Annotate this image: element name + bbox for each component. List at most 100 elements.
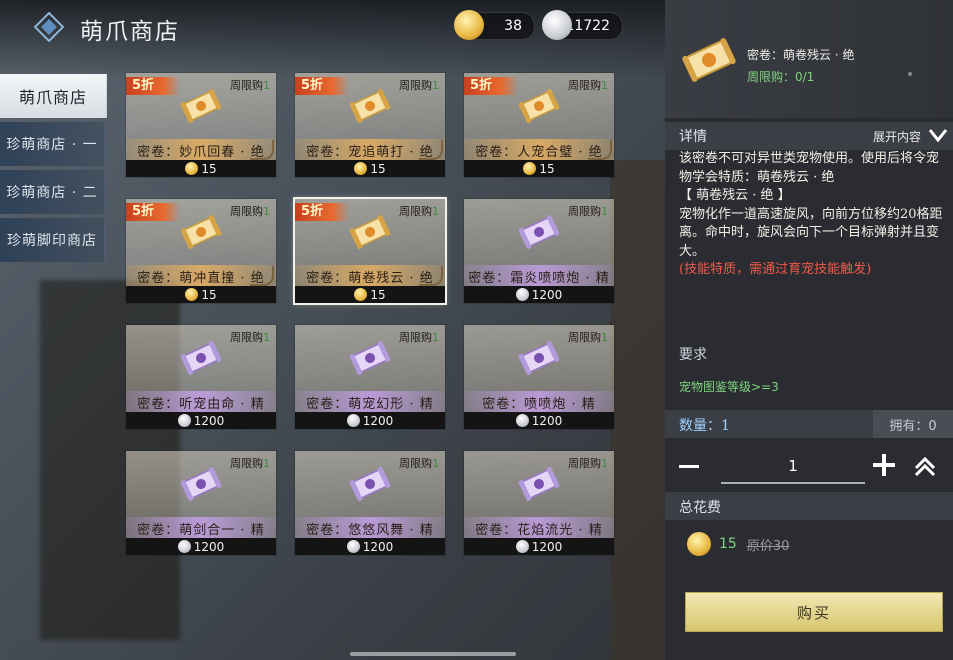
item-price: 1200	[464, 538, 614, 555]
weekly-limit-count: 1	[601, 205, 608, 218]
weekly-limit: 周限购1	[230, 77, 270, 93]
owned-count: 拥有：0	[873, 410, 953, 438]
silver-cat-coin-icon	[515, 540, 529, 553]
details-title: 详情	[679, 129, 707, 145]
item-name: 密卷：萌宠幻形 · 精	[295, 391, 445, 413]
requirement-title: 要求	[679, 347, 707, 363]
max-quantity-icon[interactable]	[913, 454, 937, 478]
corner-ornament	[250, 266, 274, 286]
quantity-input[interactable]: 1	[721, 454, 865, 484]
gold-cat-coin-icon	[185, 288, 199, 301]
item-price-value: 1200	[531, 413, 563, 428]
shop-item-card[interactable]: 周限购1 密卷：花焰流光 · 精 1200	[464, 451, 614, 555]
shop-item-card[interactable]: 周限购1 密卷：喷喷炮 · 精 1200	[464, 325, 614, 429]
discount-badge: 5折	[126, 203, 180, 221]
weekly-limit-label: 周限购	[230, 205, 263, 218]
weekly-limit-label: 周限购	[568, 457, 601, 470]
selected-item-name: 密卷：萌卷残云 · 绝	[747, 48, 855, 62]
item-price-value: 15	[370, 161, 386, 176]
decrease-quantity-button[interactable]	[679, 458, 703, 474]
weekly-limit-label: 周限购	[399, 331, 432, 344]
desc-line-2: 【 萌卷残云 · 绝 】	[679, 188, 791, 203]
scroll-item-icon	[349, 89, 391, 123]
item-price-value: 15	[201, 287, 217, 302]
page-title: 萌爪商店	[80, 19, 180, 45]
shop-item-card[interactable]: 5折 周限购1 密卷：萌卷残云 · 绝 15	[295, 199, 445, 303]
gold-cat-coin-icon	[185, 162, 199, 175]
total-cost-header: 总花费	[665, 492, 953, 520]
indicator-dot	[908, 72, 912, 76]
buy-button[interactable]: 购买	[685, 592, 943, 632]
item-price-value: 15	[201, 161, 217, 176]
item-price-value: 1200	[531, 287, 563, 302]
weekly-limit: 周限购1	[399, 455, 439, 471]
increase-quantity-button[interactable]	[873, 454, 895, 476]
expand-content-button[interactable]: 展开内容	[873, 128, 921, 145]
scroll-item-icon	[518, 215, 560, 249]
gold-currency-counter: 38	[454, 10, 535, 40]
item-price: 15	[295, 286, 445, 303]
weekly-limit-label: 周限购	[399, 205, 432, 218]
weekly-limit-count: 1	[432, 79, 439, 92]
silver-cat-coin-icon	[177, 540, 191, 553]
skill-description: 该密卷不可对异世类宠物使用。使用后将令宠物学会特质：萌卷残云 · 绝 【 萌卷残…	[679, 150, 949, 280]
shop-item-card[interactable]: 5折 周限购1 密卷：妙爪回春 · 绝 15	[126, 73, 276, 177]
total-cost: 15 原价30	[687, 532, 789, 556]
item-name: 密卷：喷喷炮 · 精	[464, 391, 614, 413]
original-price: 原价30	[746, 538, 790, 554]
silver-cat-coin-icon	[177, 414, 191, 427]
shop-item-card[interactable]: 周限购1 密卷：萌剑合一 · 精 1200	[126, 451, 276, 555]
gold-cat-coin-icon	[523, 162, 537, 175]
shop-item-card[interactable]: 5折 周限购1 密卷：人宠合璧 · 绝 15	[464, 73, 614, 177]
quantity-stepper: 1	[665, 446, 953, 486]
shop-item-card[interactable]: 5折 周限购1 密卷：宠追萌打 · 绝 15	[295, 73, 445, 177]
shop-item-card[interactable]: 周限购1 密卷：萌宠幻形 · 精 1200	[295, 325, 445, 429]
tab-zhenmeng-pawprint-shop[interactable]: 珍萌脚印商店	[0, 218, 105, 262]
quantity-label: 数量：1	[679, 418, 730, 434]
item-price: 1200	[295, 412, 445, 429]
item-name: 密卷：霜炎喷喷炮 · 精	[464, 265, 614, 287]
shop-item-card[interactable]: 周限购1 密卷：悠悠风舞 · 精 1200	[295, 451, 445, 555]
tab-zhenmeng-shop-2[interactable]: 珍萌商店 · 二	[0, 170, 105, 214]
desc-line-1: 该密卷不可对异世类宠物使用。使用后将令宠物学会特质：萌卷残云 · 绝	[679, 151, 940, 185]
weekly-limit-label: 周限购	[399, 79, 432, 92]
weekly-limit: 周限购1	[230, 203, 270, 219]
shop-item-card[interactable]: 周限购1 密卷：霜炎喷喷炮 · 精 1200	[464, 199, 614, 303]
item-price-value: 1200	[193, 413, 225, 428]
weekly-limit: 周限购1	[399, 329, 439, 345]
item-price: 1200	[464, 286, 614, 303]
weekly-limit-label: 周限购	[399, 457, 432, 470]
weekly-limit-label: 周限购	[568, 79, 601, 92]
silver-cat-coin-icon	[542, 10, 572, 40]
weekly-limit: 周限购1	[230, 455, 270, 471]
corner-ornament	[588, 140, 612, 160]
shop-logo-icon	[34, 12, 64, 42]
item-name: 密卷：悠悠风舞 · 精	[295, 517, 445, 539]
silver-cat-coin-icon	[346, 414, 360, 427]
silver-currency-value: 11722	[565, 18, 610, 34]
discount-badge: 5折	[126, 77, 180, 95]
gold-cat-coin-icon	[687, 532, 711, 556]
scroll-item-icon	[349, 467, 391, 501]
weekly-limit-count: 1	[263, 205, 270, 218]
tab-mengzhua-shop[interactable]: 萌爪商店	[0, 74, 107, 118]
selected-scroll-icon	[682, 38, 736, 82]
item-price-value: 15	[539, 161, 555, 176]
item-price-value: 1200	[362, 413, 394, 428]
details-section-header: 详情 展开内容	[665, 122, 953, 150]
shop-item-card[interactable]: 5折 周限购1 密卷：萌冲直撞 · 绝 15	[126, 199, 276, 303]
weekly-limit-label: 周限购	[230, 331, 263, 344]
weekly-limit-count: 1	[432, 331, 439, 344]
weekly-limit: 周限购1	[230, 329, 270, 345]
tab-zhenmeng-shop-1[interactable]: 珍萌商店 · 一	[0, 122, 105, 166]
total-cost-title: 总花费	[679, 500, 721, 516]
gold-cat-coin-icon	[454, 10, 484, 40]
desc-note: (技能特质，需通过育宠技能触发)	[679, 262, 872, 277]
weekly-limit: 周限购1	[399, 77, 439, 93]
weekly-limit-count: 1	[601, 457, 608, 470]
silver-cat-coin-icon	[515, 414, 529, 427]
shop-item-card[interactable]: 周限购1 密卷：听宠由命 · 精 1200	[126, 325, 276, 429]
gold-currency-value: 38	[504, 18, 522, 34]
chevron-down-icon[interactable]	[929, 128, 947, 142]
desc-line-3: 宠物化作一道高速旋风，向前方位移约20格距离。命中时，旋风会向下一个目标弹射并且…	[679, 206, 943, 259]
